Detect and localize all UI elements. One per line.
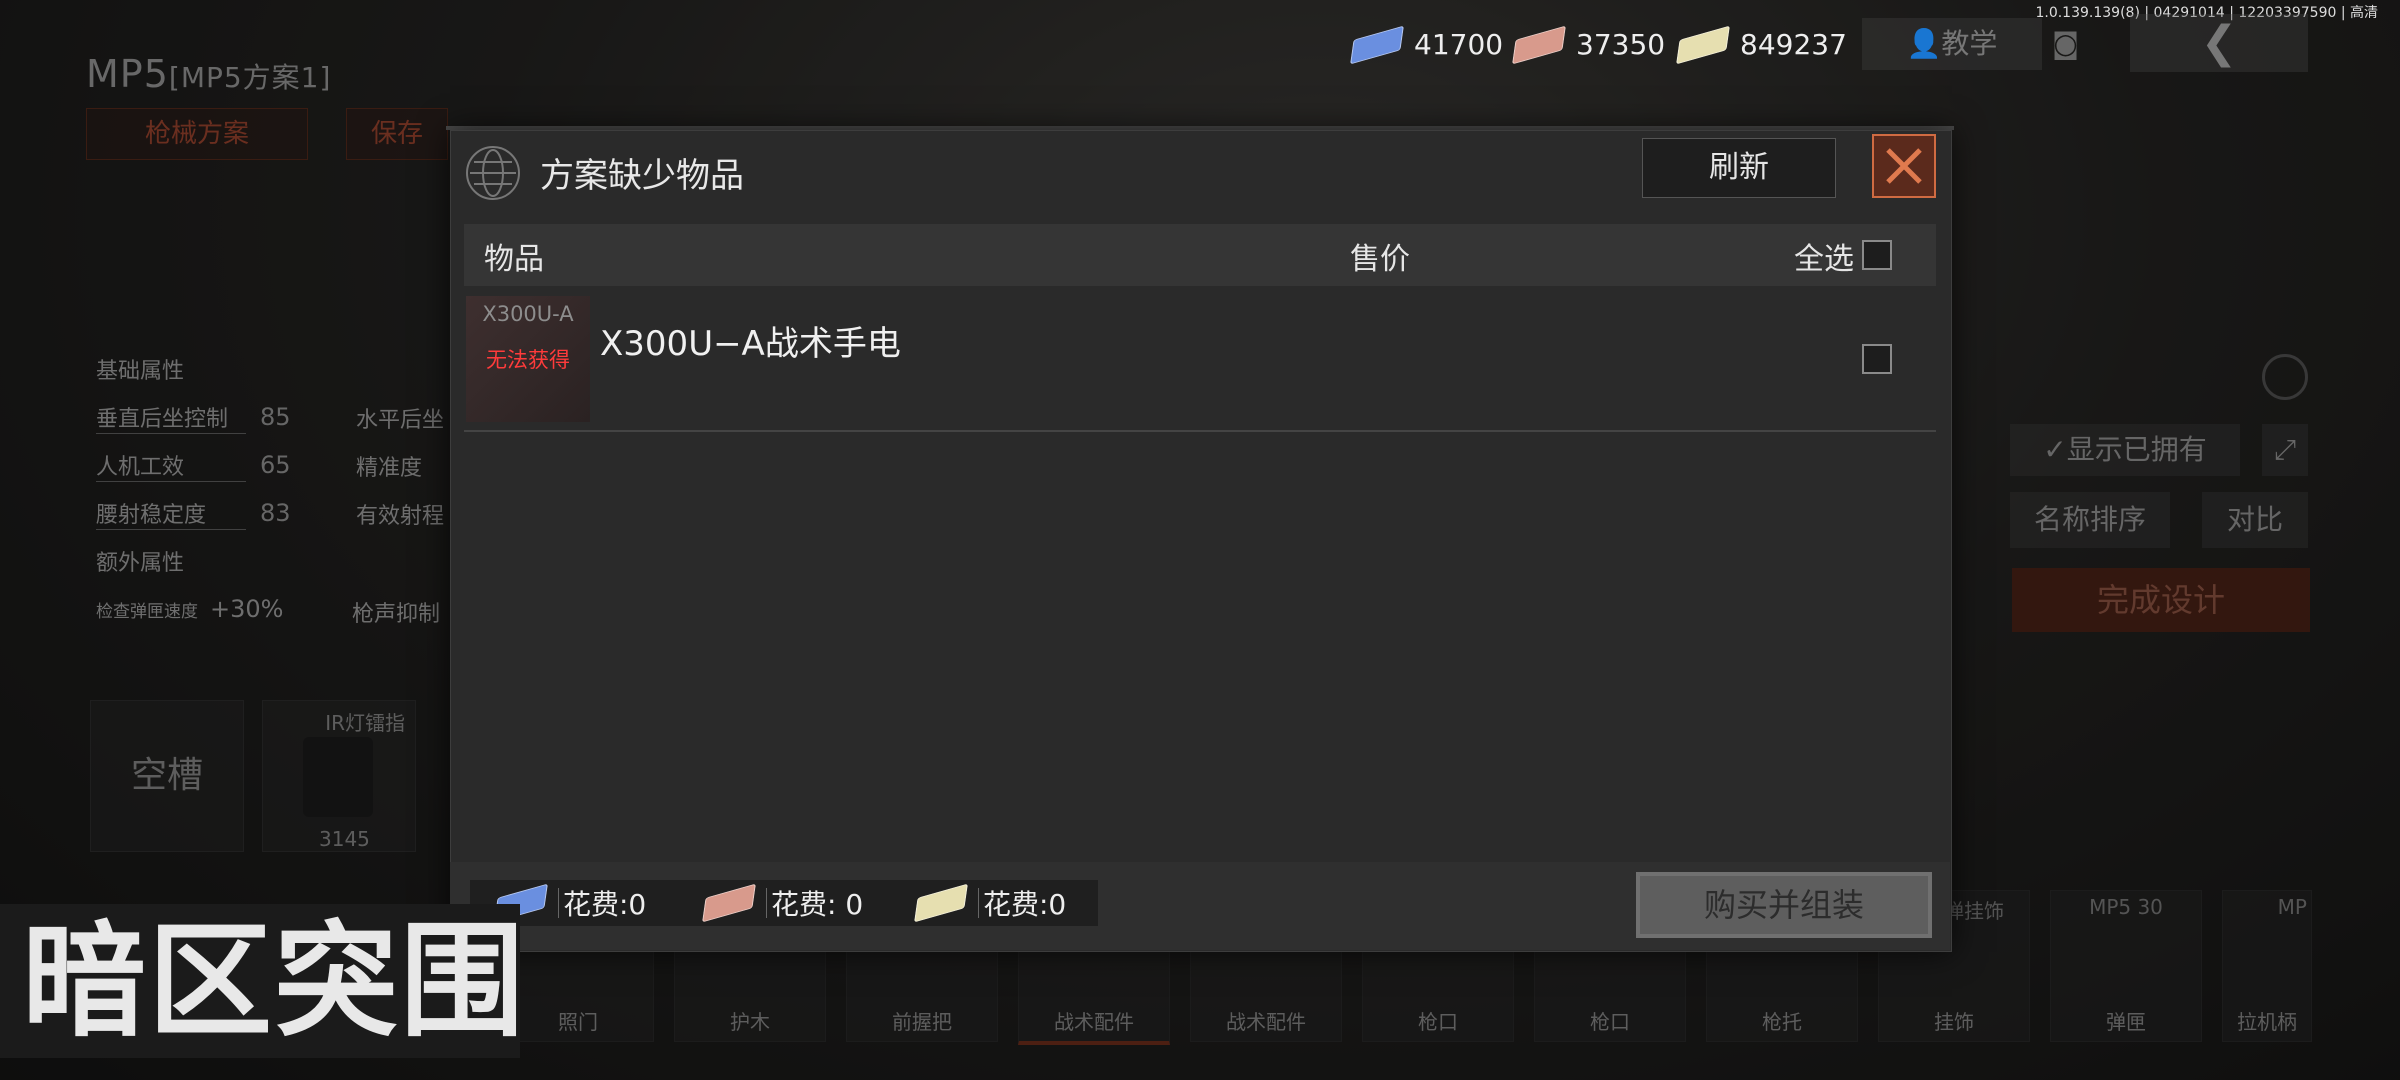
stat-value: 85 (260, 403, 291, 431)
show-owned-toggle[interactable]: ✓显示已拥有 (2010, 424, 2240, 476)
chevron-left-icon: ❮ (2200, 17, 2238, 68)
stat-value: 83 (260, 499, 291, 527)
stat-label: 枪声抑制 (352, 602, 441, 627)
gold-cash-icon (1676, 25, 1730, 64)
extra-stat-value: +30% (210, 595, 284, 623)
refresh-circle-icon[interactable] (2262, 354, 2308, 400)
tab-label: 枪托 (1762, 1010, 1802, 1034)
game-logo: 暗区突围 (22, 910, 527, 1054)
select-all-checkbox[interactable] (1862, 240, 1892, 270)
tab-label: 拉机柄 (2237, 1010, 2297, 1034)
slot-value: 3145 (319, 827, 370, 851)
currency-value: 41700 (1414, 28, 1504, 61)
tab-label: 护木 (730, 1010, 770, 1034)
stat-value: 65 (260, 451, 291, 479)
basic-attributes-title: 基础属性 (96, 359, 185, 384)
modal-title: 方案缺少物品 (540, 156, 744, 196)
red-cash-icon (1512, 25, 1566, 64)
stats-column-2: 水平后坐 精准度 有效射程 (356, 394, 444, 538)
tab-label: 战术配件 (1054, 1010, 1134, 1034)
close-button[interactable] (1872, 134, 1936, 198)
weapon-scheme: [MP5方案1] (168, 61, 332, 94)
close-icon (1886, 148, 1922, 184)
weapon-title: MP5[MP5方案1] (86, 52, 331, 96)
extra-stat-label: 检查弹匣速度 (96, 601, 198, 622)
stat-label: 人机工效 (96, 449, 246, 482)
stat-label: 水平后坐 (356, 408, 445, 433)
camera-icon[interactable]: ◙ (2052, 18, 2082, 70)
item-thumb-name: X300U-A (482, 302, 574, 326)
compare-button[interactable]: 对比 (2202, 492, 2308, 548)
tutorial-label: 教学 (1941, 27, 1998, 60)
cost-gold: 花费:0 (890, 880, 1098, 926)
item-status-badge: 无法获得 (486, 348, 570, 372)
tab-label: 前握把 (892, 1010, 952, 1034)
stat-label: 腰射稳定度 (96, 497, 246, 530)
tab-label: 挂饰 (1934, 1010, 1974, 1034)
gold-cash-icon (914, 883, 968, 923)
ir-laser-slot[interactable]: IR灯镭指 3145 (262, 700, 416, 852)
attachment-tab[interactable]: MP 拉机柄 (2222, 890, 2312, 1042)
cost-label: 花费: 0 (771, 888, 864, 921)
cost-red: 花费: 0 (678, 880, 892, 926)
attachment-tab[interactable]: MP5 30 弹匣 (2050, 890, 2202, 1042)
currency-value: 37350 (1576, 28, 1666, 61)
table-header (464, 224, 1936, 286)
tab-top-label: MP (2277, 895, 2307, 919)
tab-label: 枪口 (1418, 1010, 1458, 1034)
currency-gold: 849237 (1676, 25, 1847, 64)
tab-label: 枪口 (1590, 1010, 1630, 1034)
laser-device-icon (303, 737, 373, 817)
blue-cash-icon (1350, 25, 1404, 64)
scheme-button[interactable]: 枪械方案 (86, 108, 308, 160)
cost-label: 花费:0 (983, 888, 1067, 921)
stat-label: 垂直后坐控制 (96, 401, 246, 434)
header-item: 物品 (484, 242, 544, 277)
tutorial-button[interactable]: 👤教学 (1862, 18, 2042, 70)
show-owned-label: 显示已拥有 (2066, 433, 2207, 466)
red-cash-icon (702, 883, 756, 923)
tab-top-label: MP5 30 (2089, 895, 2163, 919)
stat-label: 精准度 (356, 456, 423, 481)
empty-slot[interactable]: 空槽 (90, 700, 244, 852)
weapon-name: MP5 (86, 52, 169, 96)
globe-icon (466, 146, 520, 200)
item-checkbox[interactable] (1862, 344, 1892, 374)
tab-label: 弹匣 (2106, 1010, 2146, 1034)
header-price: 售价 (1350, 242, 1410, 277)
header-select-all: 全选 (1794, 242, 1854, 277)
item-name: X300U−A战术手电 (600, 324, 901, 364)
save-button[interactable]: 保存 (346, 108, 448, 160)
slot-label: IR灯镭指 (325, 711, 405, 735)
extra-attributes-title: 额外属性 (96, 551, 185, 576)
cost-label: 花费:0 (563, 888, 647, 921)
currency-red: 37350 (1512, 25, 1666, 64)
buy-and-assemble-button[interactable]: 购买并组装 (1636, 872, 1932, 938)
currency-blue: 41700 (1350, 25, 1504, 64)
empty-slot-label: 空槽 (130, 755, 203, 796)
check-icon: ✓ (2043, 433, 2067, 466)
tab-label: 战术配件 (1226, 1010, 1306, 1034)
refresh-button[interactable]: 刷新 (1642, 138, 1836, 198)
back-button[interactable]: ❮ (2130, 14, 2308, 72)
fullscreen-icon[interactable]: ⤢ (2262, 424, 2308, 476)
finish-design-button[interactable]: 完成设计 (2012, 568, 2310, 632)
currency-value: 849237 (1740, 28, 1847, 61)
stat-label: 有效射程 (356, 504, 445, 529)
sort-by-name-button[interactable]: 名称排序 (2010, 492, 2170, 548)
person-icon: 👤 (1906, 27, 1942, 60)
